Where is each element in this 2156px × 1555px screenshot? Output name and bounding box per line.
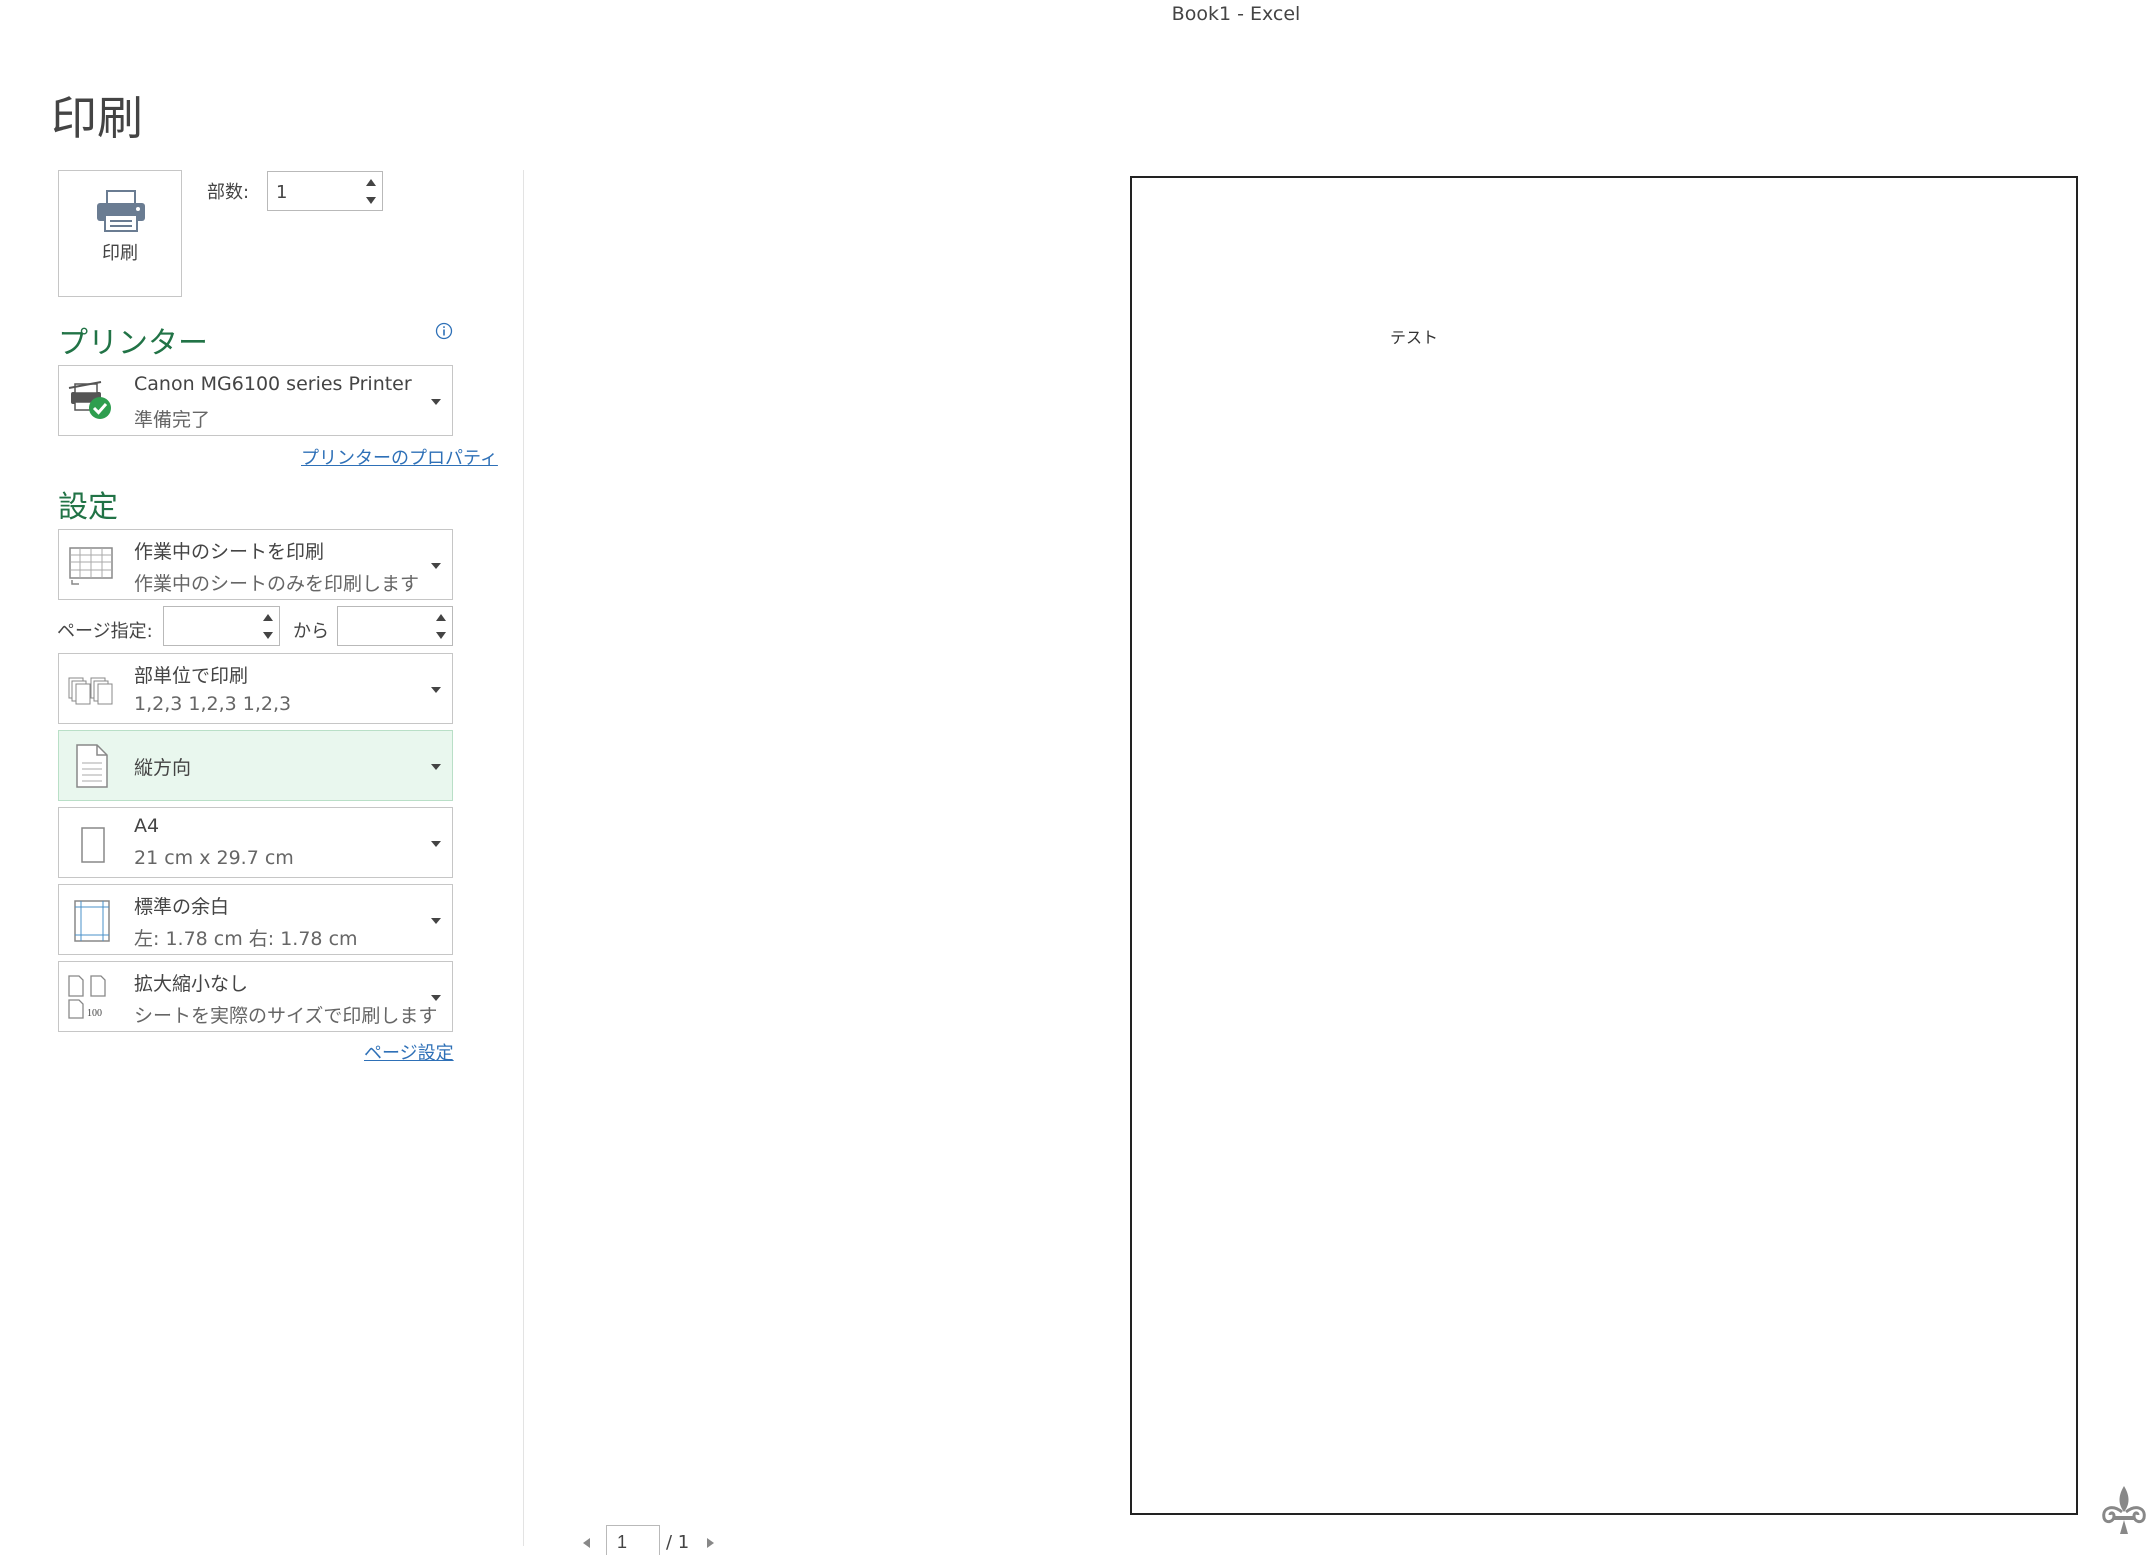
info-icon[interactable] [435, 322, 453, 340]
print-scope-sub: 作業中のシートのみを印刷します [134, 573, 420, 595]
page-to-field[interactable] [344, 612, 428, 642]
print-scope-dropdown[interactable]: 作業中のシートを印刷 作業中のシートのみを印刷します [58, 529, 453, 600]
next-page-icon[interactable] [706, 1534, 716, 1548]
collated-pages-icon [67, 666, 117, 712]
scaling-icon: 100 [67, 974, 117, 1020]
page-total: / 1 [666, 1532, 690, 1553]
copies-label: 部数: [207, 182, 250, 203]
panel-divider [523, 170, 524, 1546]
sheet-grid-icon [67, 542, 117, 588]
chevron-down-icon [431, 918, 441, 924]
spin-up-icon[interactable] [261, 611, 275, 625]
printer-status: 準備完了 [134, 409, 211, 431]
window-title: Book1 - Excel [1171, 3, 1301, 25]
print-button-label: 印刷 [102, 243, 138, 264]
collation-sub: 1,2,3 1,2,3 1,2,3 [134, 693, 292, 715]
copies-field[interactable] [274, 177, 358, 207]
scaling-dropdown[interactable]: 100 拡大縮小なし シートを実際のサイズで印刷します [58, 961, 453, 1032]
page-range-label: ページ指定: [57, 621, 153, 642]
printer-ready-icon [67, 378, 117, 424]
copies-input[interactable] [267, 171, 383, 211]
spin-up-icon[interactable] [364, 176, 378, 190]
spin-down-icon[interactable] [261, 628, 275, 642]
chevron-down-icon [431, 841, 441, 847]
page-number-field[interactable] [615, 1531, 655, 1554]
spin-down-icon[interactable] [364, 193, 378, 207]
print-scope-main: 作業中のシートを印刷 [134, 541, 325, 563]
chevron-down-icon [431, 563, 441, 569]
paper-size-main: A4 [134, 815, 160, 837]
print-button[interactable]: 印刷 [58, 170, 182, 297]
page-from-field[interactable] [170, 612, 254, 642]
portrait-page-icon [67, 743, 117, 789]
paper-size-dropdown[interactable]: A4 21 cm x 29.7 cm [58, 807, 453, 878]
chevron-down-icon [431, 764, 441, 770]
paper-size-icon [67, 820, 117, 866]
orientation-dropdown[interactable]: 縦方向 [58, 730, 453, 801]
spin-up-icon[interactable] [434, 611, 448, 625]
page-to-input[interactable] [337, 606, 453, 646]
settings-heading: 設定 [58, 490, 118, 525]
margins-main: 標準の余白 [134, 896, 230, 918]
orientation-main: 縦方向 [134, 757, 192, 779]
print-preview-page: テスト [1130, 176, 2078, 1515]
spin-down-icon[interactable] [434, 628, 448, 642]
fleur-de-lis-icon [2096, 1482, 2152, 1538]
page-title: 印刷 [51, 91, 143, 145]
chevron-down-icon [431, 687, 441, 693]
margins-dropdown[interactable]: 標準の余白 左: 1.78 cm 右: 1.78 cm [58, 884, 453, 955]
prev-page-icon[interactable] [581, 1534, 591, 1548]
printer-name: Canon MG6100 series Printer [134, 373, 412, 395]
page-number-input[interactable] [606, 1525, 660, 1555]
printer-heading: プリンター [58, 326, 208, 361]
paper-size-sub: 21 cm x 29.7 cm [134, 847, 294, 869]
page-to-label: から [293, 621, 329, 642]
scaling-main: 拡大縮小なし [134, 973, 249, 995]
chevron-down-icon [431, 399, 441, 405]
svg-text:100: 100 [87, 1008, 102, 1019]
collation-main: 部単位で印刷 [134, 665, 249, 687]
page-setup-link[interactable]: ページ設定 [364, 1039, 454, 1065]
collation-dropdown[interactable]: 部単位で印刷 1,2,3 1,2,3 1,2,3 [58, 653, 453, 724]
margins-icon [67, 897, 117, 943]
scaling-sub: シートを実際のサイズで印刷します [134, 1005, 438, 1027]
preview-cell-text: テスト [1390, 328, 1439, 347]
printer-dropdown[interactable]: Canon MG6100 series Printer 準備完了 [58, 365, 453, 436]
printer-icon [97, 190, 145, 232]
margins-sub: 左: 1.78 cm 右: 1.78 cm [134, 928, 358, 950]
chevron-down-icon [431, 995, 441, 1001]
page-from-input[interactable] [163, 606, 280, 646]
printer-properties-link[interactable]: プリンターのプロパティ [301, 444, 498, 470]
